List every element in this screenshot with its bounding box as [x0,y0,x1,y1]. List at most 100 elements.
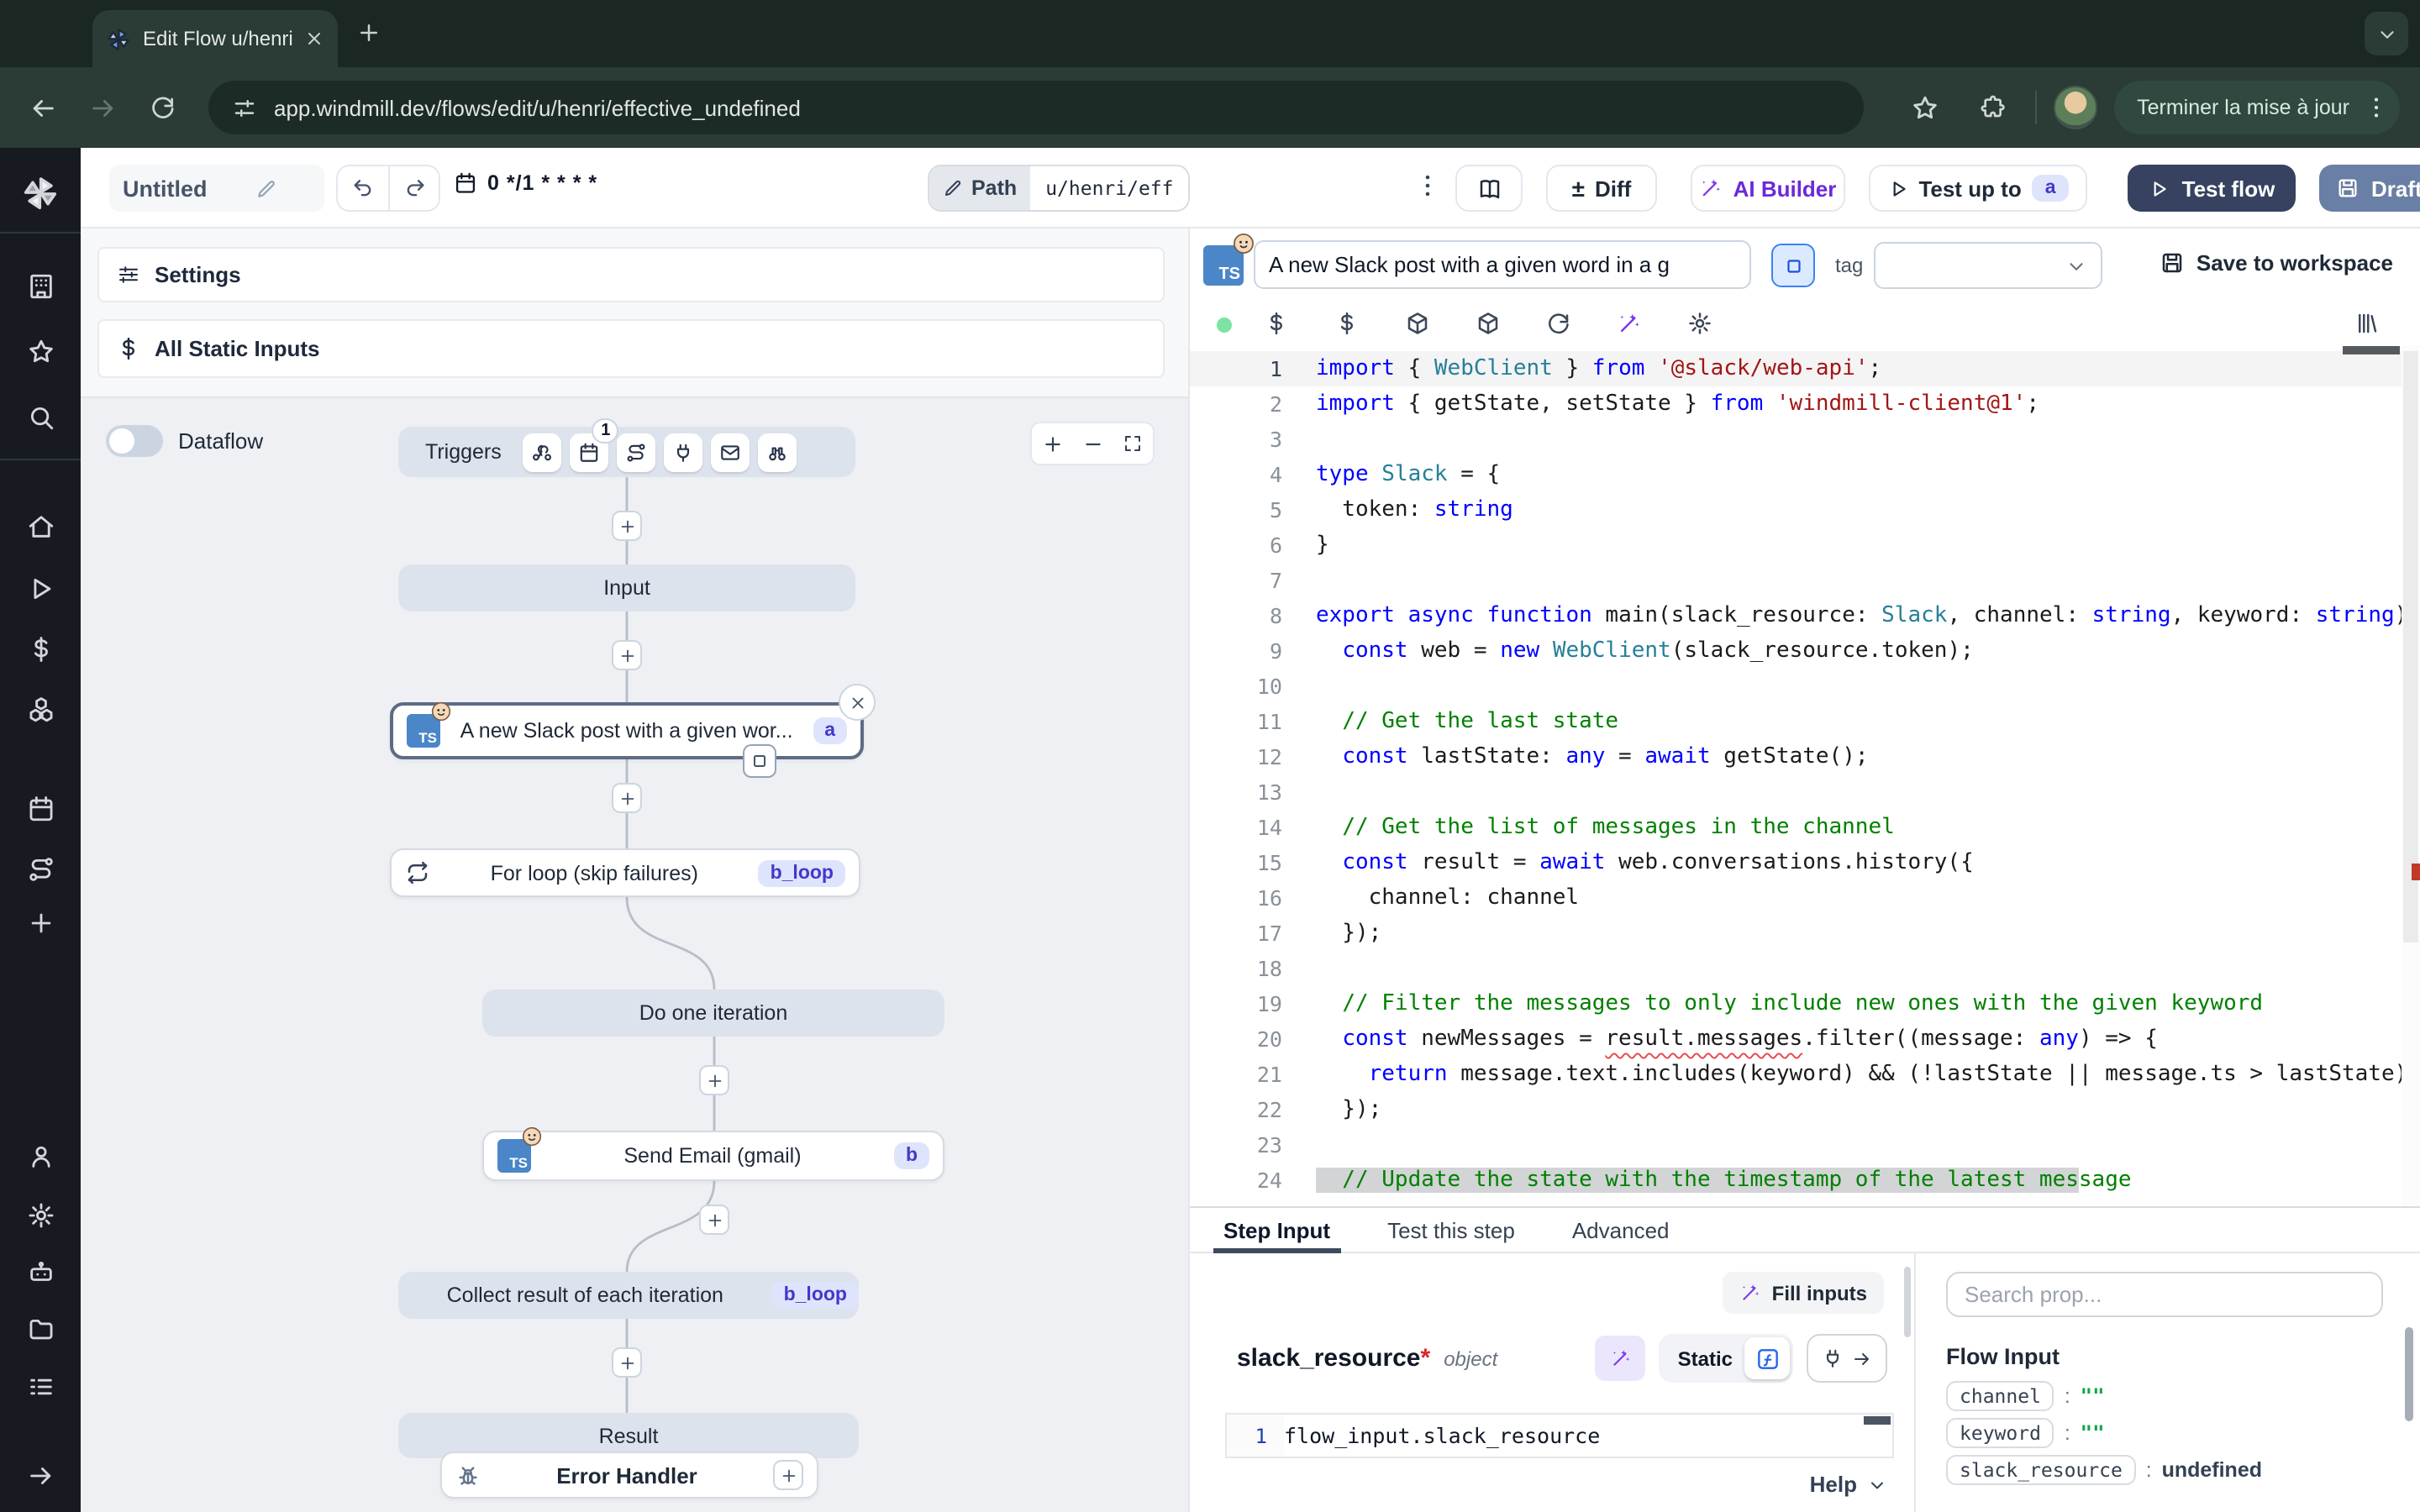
profile-avatar[interactable] [2053,86,2096,129]
code-line-24[interactable]: 24 // Update the state with the timestam… [1190,1163,2420,1198]
back-button[interactable] [17,82,67,133]
step-name-input[interactable] [1254,240,1751,289]
dataflow-toggle[interactable] [106,425,163,457]
flow-node-input[interactable]: Input [398,564,855,612]
flow-node-do_one_iteration[interactable]: Do one iteration [482,990,944,1037]
sidebar-item-dollar[interactable] [0,620,81,677]
code-line-16[interactable]: 16 channel: channel [1190,880,2420,916]
trigger-mail-icon[interactable] [712,433,750,471]
sidebar-item-star[interactable] [0,323,81,380]
code-line-19[interactable]: 19 // Filter the messages to only includ… [1190,986,2420,1021]
code-line-6[interactable]: 6} [1190,528,2420,563]
redo-button[interactable] [388,166,439,210]
ai-fill-button[interactable] [1596,1336,1646,1381]
sidebar-item-cubes[interactable] [0,680,81,738]
code-line-9[interactable]: 9 const web = new WebClient(slack_resour… [1190,633,2420,669]
sidebar-item-folder[interactable] [0,1300,81,1357]
code-line-14[interactable]: 14 // Get the list of messages in the ch… [1190,810,2420,845]
flow-input-prop-keyword[interactable]: keyword:"" [1946,1418,2105,1448]
code-line-4[interactable]: 4type Slack = { [1190,457,2420,492]
tag-select[interactable] [1874,242,2102,289]
code-line-5[interactable]: 5 token: string [1190,492,2420,528]
code-line-8[interactable]: 8export async function main(slack_resour… [1190,598,2420,633]
reload-button[interactable] [138,82,188,133]
sidebar-item-arrowright[interactable] [0,1446,81,1504]
code-line-17[interactable]: 17 }); [1190,916,2420,951]
browser-tab[interactable]: Edit Flow u/henri/effective_un [92,10,338,67]
save-to-workspace-button[interactable]: Save to workspace [2160,250,2393,276]
package-icon[interactable] [1476,311,1501,336]
split-editor-button[interactable] [1771,244,1815,287]
docs-button[interactable] [1455,165,1523,212]
expr-scrollbar[interactable] [1864,1416,1891,1425]
zoom-in-button[interactable] [1032,423,1072,464]
section-scrollbar[interactable] [1904,1267,1911,1337]
tab-search-button[interactable] [2365,12,2408,55]
tab-test-this-step[interactable]: Test this step [1387,1207,1515,1252]
trigger-webhook-icon[interactable] [523,433,562,471]
add-error-handler-button[interactable] [773,1460,803,1490]
sidebar-item-play[interactable] [0,559,81,617]
flow-input-prop-slack_resource[interactable]: slack_resource:undefined [1946,1455,2262,1485]
add-step-button[interactable] [699,1205,729,1235]
forward-button[interactable] [77,82,128,133]
draft-button[interactable]: Draft [2319,165,2420,212]
tab-advanced[interactable]: Advanced [1572,1207,1670,1252]
sidebar-item-route[interactable] [0,840,81,897]
trigger-plug-icon[interactable] [665,433,703,471]
sidebar-item-building[interactable] [0,257,81,314]
sidebar-item-robot[interactable] [0,1243,81,1300]
settings-button[interactable]: Settings [97,247,1165,302]
code-line-12[interactable]: 12 const lastState: any = await getState… [1190,739,2420,774]
code-line-18[interactable]: 18 [1190,951,2420,986]
code-line-15[interactable]: 15 const result = await web.conversation… [1190,845,2420,880]
sidebar-item-home[interactable] [0,497,81,554]
add-step-button[interactable] [699,1065,729,1095]
code-line-2[interactable]: 2import { getState, setState } from 'win… [1190,386,2420,422]
wand-icon[interactable] [1617,311,1642,336]
sidebar-item-list[interactable] [0,1357,81,1415]
sidebar-item-search[interactable] [0,388,81,445]
update-chrome-button[interactable]: Terminer la mise à jour [2113,81,2400,134]
trigger-calendar-icon[interactable]: 1 [571,433,609,471]
flow-node-collect_result[interactable]: Collect result of each iterationb_loop [398,1272,859,1319]
flow-input-prop-channel[interactable]: channel:"" [1946,1381,2105,1411]
test-up-to-button[interactable]: Test up to a [1869,165,2087,212]
add-step-button[interactable] [612,1347,642,1378]
javascript-function-icon[interactable] [1744,1337,1790,1379]
windmill-logo[interactable] [0,165,81,222]
gear-icon[interactable] [1687,311,1712,336]
test-flow-button[interactable]: Test flow [2128,165,2296,212]
refresh-icon[interactable] [1546,311,1571,336]
code-line-22[interactable]: 22 }); [1190,1092,2420,1127]
add-step-button[interactable] [612,640,642,670]
schedule-button[interactable]: 0 */1 * * * * [454,171,597,195]
new-tab-icon[interactable] [356,20,381,45]
help-button[interactable]: Help [1810,1472,1887,1497]
sidebar-item-gear[interactable] [0,1186,81,1243]
search-prop-input[interactable] [1946,1272,2383,1317]
extensions-icon[interactable] [1967,82,2018,133]
code-line-23[interactable]: 23 [1190,1127,2420,1163]
delete-step-button[interactable] [839,684,876,721]
input-expression-editor[interactable]: 1 flow_input.slack_resource [1225,1413,1894,1458]
ai-builder-button[interactable]: AI Builder [1691,165,1845,212]
all-static-inputs-button[interactable]: All Static Inputs [97,319,1165,378]
editor-hscrollbar[interactable] [2343,346,2400,354]
zoom-out-button[interactable] [1072,423,1113,464]
sidebar-item-plus[interactable] [0,894,81,951]
fill-inputs-button[interactable]: Fill inputs [1723,1272,1884,1314]
trigger-binoculars-icon[interactable] [759,433,797,471]
flow-node-forloop[interactable]: For loop (skip failures)b_loop [390,848,860,897]
fullscreen-button[interactable] [1113,423,1153,464]
code-line-20[interactable]: 20 const newMessages = result.messages.f… [1190,1021,2420,1057]
connect-input-button[interactable] [1807,1334,1887,1383]
code-line-1[interactable]: 1import { WebClient } from '@slack/web-a… [1190,351,2420,386]
dollar-icon[interactable] [1334,311,1360,336]
url-bar[interactable]: app.windmill.dev/flows/edit/u/henri/effe… [208,81,1864,134]
path-toggle[interactable]: Path u/henri/eff [928,165,1191,212]
sidebar-item-calendar[interactable] [0,780,81,837]
code-line-3[interactable]: 3 [1190,422,2420,457]
flow-node-send_email[interactable]: TSSend Email (gmail)b [482,1131,944,1181]
code-line-7[interactable]: 7 [1190,563,2420,598]
